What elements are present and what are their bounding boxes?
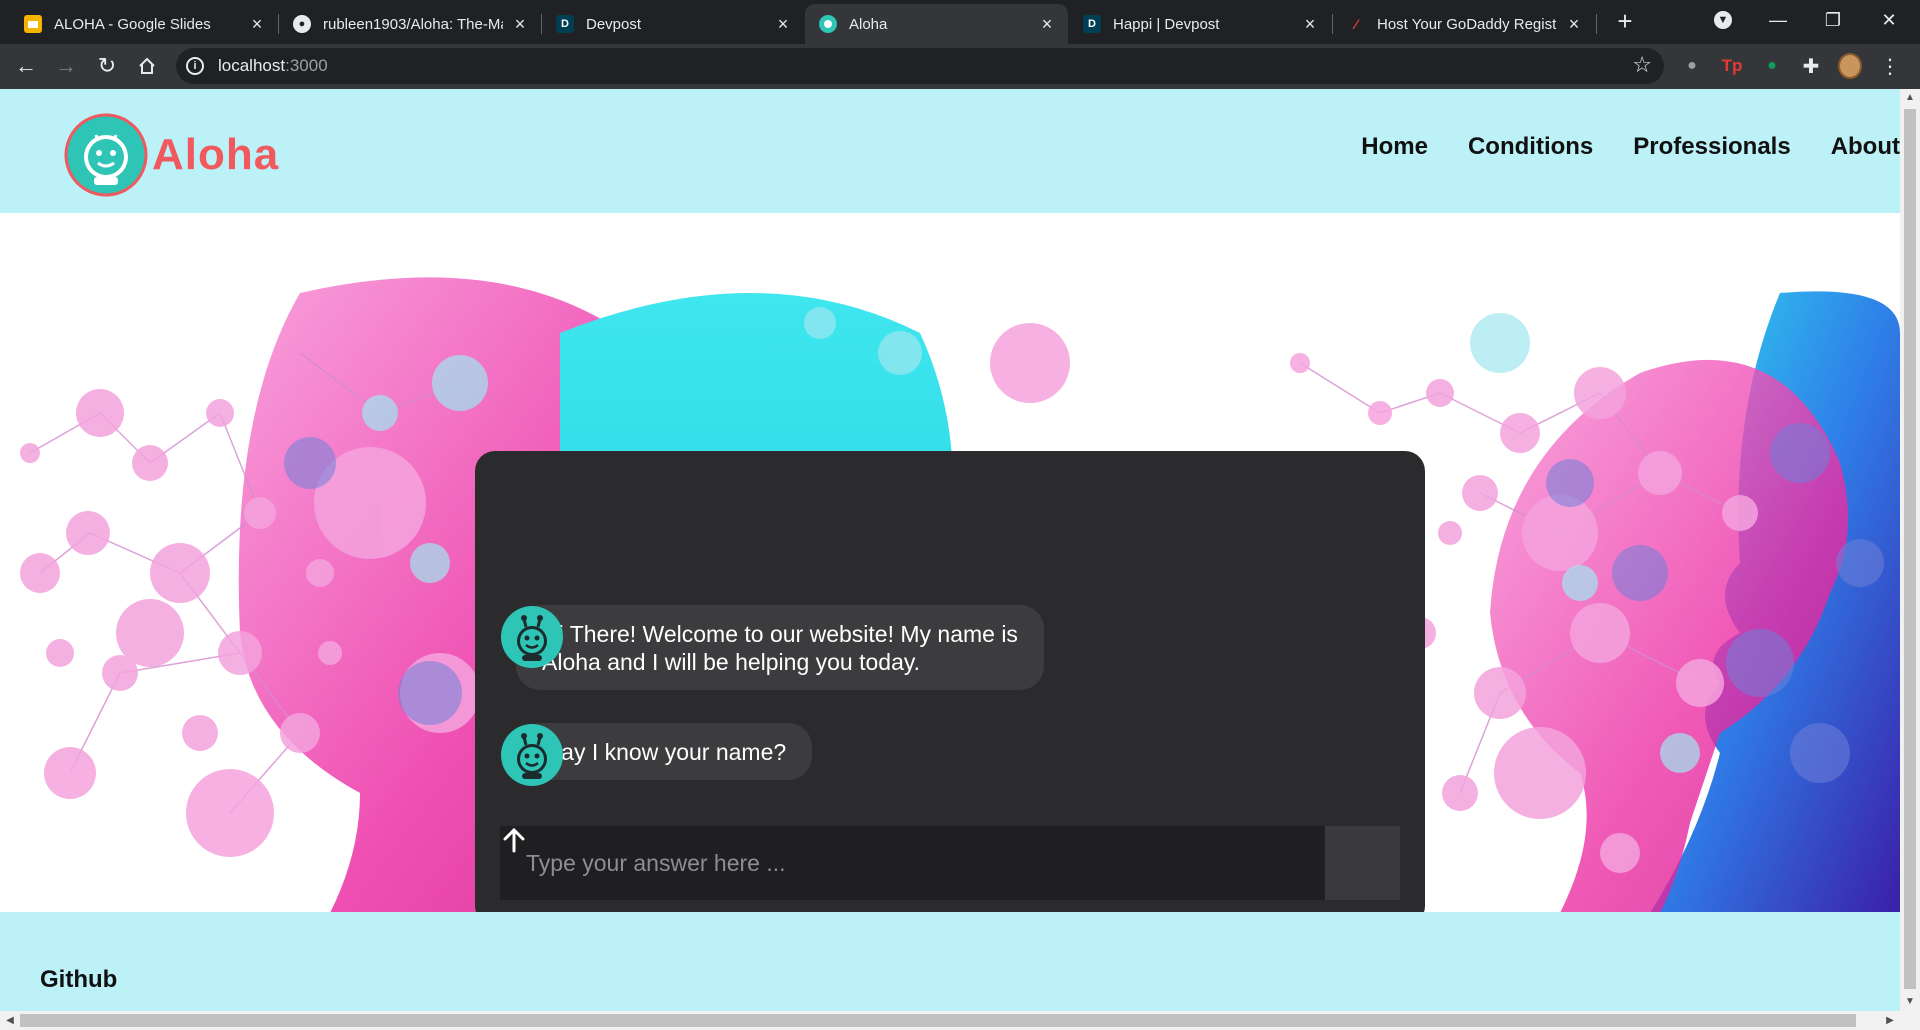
more-menu-icon[interactable]: ⋮ xyxy=(1878,54,1902,78)
hero-section: Hi There! Welcome to our website! My nam… xyxy=(0,213,1900,983)
devpost-icon: D xyxy=(1083,15,1101,33)
scroll-up-icon[interactable]: ▲ xyxy=(1900,89,1920,107)
tab-title: Happi | Devpost xyxy=(1113,15,1220,33)
tab-title: rubleen1903/Aloha: The-Ma xyxy=(323,15,503,33)
horizontal-scrollbar[interactable]: ◀ ▶ xyxy=(0,1011,1920,1030)
aloha-icon xyxy=(819,15,837,33)
message-text: Hi There! Welcome to our website! My nam… xyxy=(542,621,1018,647)
meet-extension-icon[interactable]: ● xyxy=(1760,54,1784,78)
forward-button[interactable]: → xyxy=(50,50,82,82)
close-window-button[interactable]: ✕ xyxy=(1866,0,1912,40)
tab-search-button[interactable]: ▼ xyxy=(1700,0,1746,40)
google-slides-icon xyxy=(24,15,42,33)
avatar[interactable] xyxy=(1838,53,1862,79)
tab-github[interactable]: ● rubleen1903/Aloha: The-Ma × xyxy=(279,4,541,44)
close-icon[interactable]: × xyxy=(1038,15,1056,33)
address-bar[interactable]: i localhost:3000 ☆ xyxy=(176,48,1664,84)
close-icon[interactable]: × xyxy=(1301,15,1319,33)
tab-google-slides[interactable]: ALOHA - Google Slides × xyxy=(10,4,278,44)
page-viewport: Aloha Home Conditions Professionals Abou… xyxy=(0,89,1900,1011)
url-text: localhost:3000 xyxy=(218,56,328,75)
tab-aloha[interactable]: Aloha × xyxy=(805,4,1068,44)
scroll-down-icon[interactable]: ▼ xyxy=(1900,993,1920,1011)
arrow-right-icon: → xyxy=(55,53,77,78)
tab-title: ALOHA - Google Slides xyxy=(54,15,211,33)
home-icon xyxy=(139,57,155,74)
arrow-left-icon: ← xyxy=(15,53,37,78)
github-link[interactable]: Github xyxy=(40,966,117,994)
send-button[interactable] xyxy=(503,826,1400,900)
close-icon[interactable]: × xyxy=(774,15,792,33)
back-button[interactable]: ← xyxy=(10,50,42,82)
github-icon: ● xyxy=(293,15,311,33)
info-icon[interactable]: i xyxy=(186,57,204,75)
close-icon[interactable]: × xyxy=(1565,15,1583,33)
message-text: Aloha and I will be helping you today. xyxy=(542,649,921,675)
arrow-up-icon xyxy=(503,827,525,853)
chat-message: May I know your name? xyxy=(500,723,813,786)
reload-icon: ↻ xyxy=(97,53,117,78)
aloha-logo-icon xyxy=(64,113,148,197)
answer-input[interactable] xyxy=(500,826,1325,900)
tab-godaddy[interactable]: ⁄ Host Your GoDaddy Registr × xyxy=(1333,4,1595,44)
nav-about[interactable]: About xyxy=(1831,133,1900,161)
vertical-scrollbar[interactable]: ▲ ▼ xyxy=(1900,89,1920,1011)
bot-avatar-icon xyxy=(501,606,563,668)
chat-window: Hi There! Welcome to our website! My nam… xyxy=(475,451,1425,926)
tab-strip: ALOHA - Google Slides × ● rubleen1903/Al… xyxy=(0,0,1920,44)
chat-message: Hi There! Welcome to our website! My nam… xyxy=(500,605,1044,690)
tab-devpost[interactable]: D Devpost × xyxy=(542,4,804,44)
godaddy-icon: ⁄ xyxy=(1354,16,1358,32)
scrollbar-thumb[interactable] xyxy=(1904,109,1916,989)
tab-title: Host Your GoDaddy Registr xyxy=(1377,15,1557,33)
nav-conditions[interactable]: Conditions xyxy=(1468,133,1593,161)
scrollbar-thumb[interactable] xyxy=(20,1014,1856,1027)
bot-message-bubble: Hi There! Welcome to our website! My nam… xyxy=(516,605,1044,690)
site-footer: Github xyxy=(0,912,1900,1011)
main-nav: Home Conditions Professionals About xyxy=(1321,133,1900,161)
tab-happi-devpost[interactable]: D Happi | Devpost × xyxy=(1069,4,1331,44)
reload-button[interactable]: ↻ xyxy=(91,50,123,82)
message-text: May I know your name? xyxy=(542,739,787,765)
site-header: Aloha Home Conditions Professionals Abou… xyxy=(0,89,1900,213)
site-logo[interactable]: Aloha xyxy=(64,113,279,197)
close-icon[interactable]: × xyxy=(511,15,529,33)
bot-avatar-icon xyxy=(501,724,563,786)
chat-input-row xyxy=(500,826,1400,900)
restore-button[interactable]: ❐ xyxy=(1810,0,1856,40)
extension-icon[interactable]: ● xyxy=(1680,54,1704,78)
scroll-right-icon[interactable]: ▶ xyxy=(1880,1011,1900,1030)
puzzle-extensions-icon[interactable]: ✚ xyxy=(1799,54,1823,78)
home-button[interactable] xyxy=(131,50,163,82)
nav-home[interactable]: Home xyxy=(1361,133,1428,161)
new-tab-button[interactable]: + xyxy=(1611,8,1639,36)
chevron-down-icon: ▼ xyxy=(1714,11,1732,29)
close-icon[interactable]: × xyxy=(248,15,266,33)
tab-title: Aloha xyxy=(849,15,888,33)
tp-extension-icon[interactable]: Tp xyxy=(1720,54,1744,78)
nav-professionals[interactable]: Professionals xyxy=(1633,133,1790,161)
tab-title: Devpost xyxy=(586,15,642,33)
browser-toolbar: ← → ↻ i localhost:3000 ☆ ● Tp ● ✚ ⋮ xyxy=(0,44,1920,89)
minimize-button[interactable]: — xyxy=(1755,0,1801,40)
scroll-left-icon[interactable]: ◀ xyxy=(0,1011,20,1030)
bookmark-star-icon[interactable]: ☆ xyxy=(1632,52,1652,78)
logo-text: Aloha xyxy=(152,130,280,179)
devpost-icon: D xyxy=(556,15,574,33)
